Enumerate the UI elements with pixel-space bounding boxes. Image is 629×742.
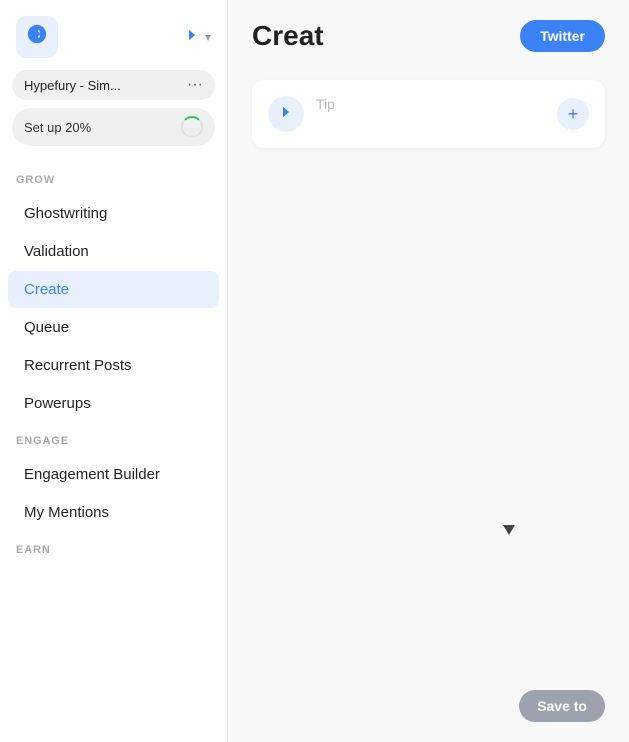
more-options-icon[interactable]: ··· <box>187 76 203 94</box>
twitter-button[interactable]: Twitter <box>520 20 605 52</box>
sidebar-item-powerups[interactable]: Powerups <box>8 385 219 422</box>
main-header: Creat Twitter <box>228 0 629 68</box>
app-logo[interactable] <box>16 16 58 58</box>
sidebar-item-recurrent-posts[interactable]: Recurrent Posts <box>8 347 219 384</box>
sidebar: ▾ Hypefury - Sim... ··· Set up 20% GROW … <box>0 0 228 742</box>
progress-spinner <box>181 116 203 138</box>
account-name: Hypefury - Sim... <box>24 78 121 93</box>
header-account-switcher[interactable]: ▾ <box>183 26 211 49</box>
main-content: Creat Twitter Tip + <box>228 0 629 742</box>
sidebar-header: ▾ <box>0 0 227 70</box>
sidebar-item-engagement-builder[interactable]: Engagement Builder <box>8 456 219 493</box>
setup-label: Set up 20% <box>24 120 91 135</box>
post-composer: Tip + <box>252 80 605 148</box>
composer-placeholder: Tip <box>316 96 335 112</box>
sidebar-item-my-mentions[interactable]: My Mentions <box>8 494 219 531</box>
avatar <box>268 96 304 132</box>
header-bird-icon <box>183 26 201 49</box>
grow-section: GROW Ghostwriting Validation Create Queu… <box>0 174 227 423</box>
avatar-bird-icon <box>277 103 295 126</box>
sidebar-item-create[interactable]: Create <box>8 271 219 308</box>
save-to-button[interactable]: Save to <box>519 690 605 722</box>
engage-section-label: ENGAGE <box>0 435 227 455</box>
plus-icon: + <box>568 104 579 125</box>
earn-section: EARN <box>0 544 227 564</box>
content-area: Tip + <box>228 68 629 172</box>
composer-text-area[interactable]: Tip <box>316 96 545 114</box>
chevron-down-icon: ▾ <box>205 30 211 44</box>
setup-progress-bar[interactable]: Set up 20% <box>12 108 215 146</box>
add-thread-button[interactable]: + <box>557 98 589 130</box>
cursor <box>503 525 515 535</box>
sidebar-item-queue[interactable]: Queue <box>8 309 219 346</box>
grow-section-label: GROW <box>0 174 227 194</box>
earn-section-label: EARN <box>0 544 227 564</box>
engage-section: ENGAGE Engagement Builder My Mentions <box>0 435 227 532</box>
composer-top: Tip + <box>268 96 589 132</box>
account-selector[interactable]: Hypefury - Sim... ··· <box>12 70 215 100</box>
sidebar-item-validation[interactable]: Validation <box>8 233 219 270</box>
logo-bird-icon <box>26 23 48 51</box>
page-title: Creat <box>252 20 324 52</box>
sidebar-item-ghostwriting[interactable]: Ghostwriting <box>8 195 219 232</box>
